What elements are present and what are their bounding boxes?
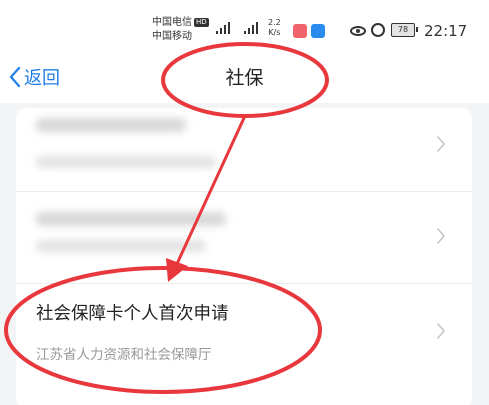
service-list: 社会保障卡个人首次申请 江苏省人力资源和社会保障厅	[16, 108, 472, 405]
status-bar: 中国电信 HD 中国移动 2.2 K/s 78 22:17	[0, 10, 489, 46]
network-speed-unit: K/s	[268, 28, 281, 37]
nav-header: 返回 社保	[0, 52, 489, 102]
list-item[interactable]	[16, 194, 472, 284]
list-item-title: 社会保障卡个人首次申请	[36, 304, 229, 324]
carrier-2: 中国移动	[152, 31, 192, 42]
app-notification-icon	[311, 24, 325, 38]
battery-level: 78	[397, 25, 409, 34]
status-time: 22:17	[424, 22, 468, 40]
list-item[interactable]	[16, 108, 472, 192]
network-speed-value: 2.2	[268, 18, 281, 27]
alarm-icon	[371, 23, 385, 37]
battery-icon: 78	[391, 23, 418, 37]
chevron-right-icon	[436, 135, 446, 153]
list-item[interactable]: 社会保障卡个人首次申请 江苏省人力资源和社会保障厅	[16, 286, 472, 396]
redacted-subtitle	[36, 156, 216, 168]
redacted-subtitle	[36, 240, 206, 252]
network-speed: 2.2 K/s	[268, 18, 281, 38]
hd-badge: HD	[194, 17, 209, 27]
redacted-title	[36, 212, 226, 226]
carrier-info: 中国电信 HD 中国移动	[152, 16, 209, 44]
app-notification-icon	[293, 24, 307, 38]
chevron-right-icon	[436, 227, 446, 245]
screen: 中国电信 HD 中国移动 2.2 K/s 78 22:17 返回 社保 社会保障…	[0, 0, 489, 405]
redacted-title	[36, 118, 186, 132]
top-bar: 中国电信 HD 中国移动 2.2 K/s 78 22:17 返回 社保	[0, 0, 489, 103]
page-title: 社保	[225, 67, 264, 89]
signal-icon	[244, 22, 260, 34]
chevron-right-icon	[436, 322, 446, 340]
eye-icon	[350, 26, 366, 36]
list-item-subtitle: 江苏省人力资源和社会保障厅	[36, 347, 212, 363]
signal-icon	[216, 22, 232, 34]
carrier-1: 中国电信	[152, 17, 192, 28]
